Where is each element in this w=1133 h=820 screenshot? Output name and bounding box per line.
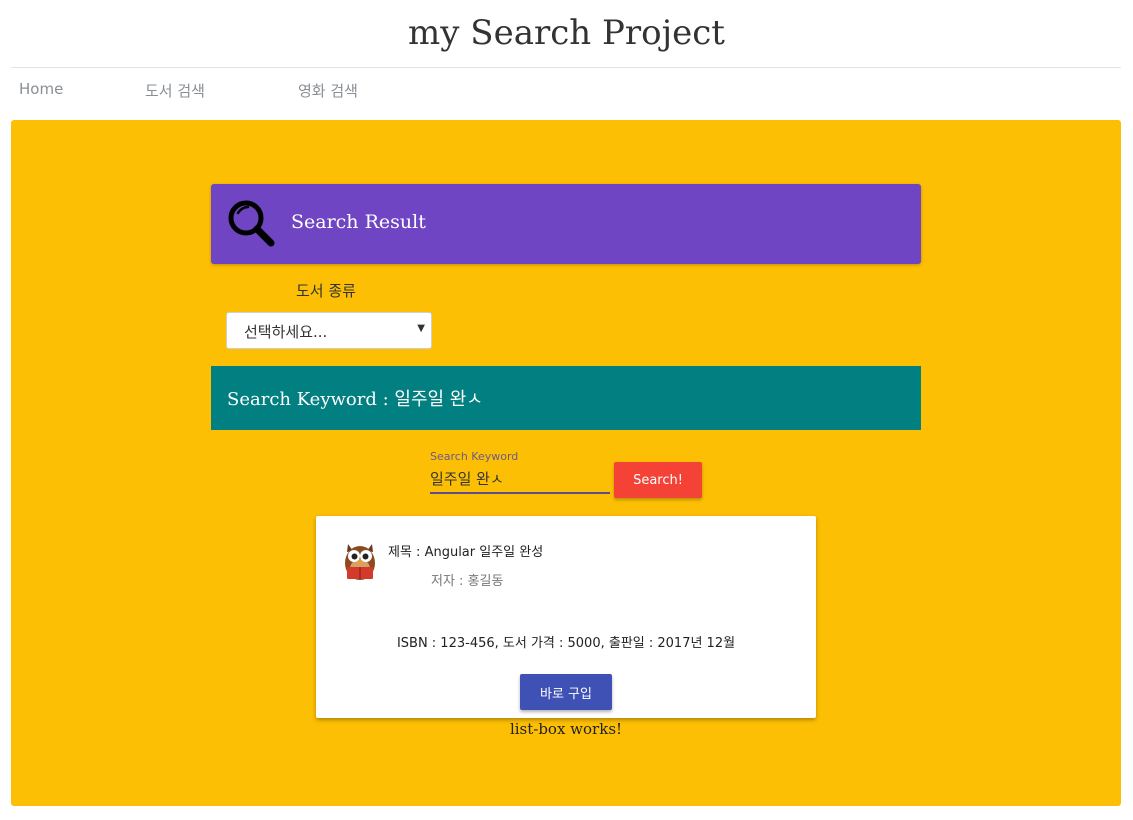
header-divider (11, 67, 1121, 68)
search-keyword-prefix: Search Keyword : (227, 389, 395, 410)
magnifier-icon (228, 200, 275, 247)
category-select[interactable]: 선택하세요... ▼ (226, 312, 432, 349)
book-card: 제목 : Angular 일주일 완성 저자 : 홍길동 ISBN : 123-… (316, 516, 816, 718)
search-button[interactable]: Search! (614, 462, 702, 498)
nav-movie-search[interactable]: 영화 검색 (298, 80, 358, 101)
search-keyword-value: 일주일 완ㅅ (394, 389, 483, 410)
page-title: my Search Project (408, 13, 725, 53)
main-panel: Search Result 도서 종류 선택하세요... ▼ Search Ke… (11, 120, 1121, 806)
nav-home[interactable]: Home (19, 80, 63, 98)
category-select-value: 선택하세요... (244, 323, 328, 341)
search-keyword-header: Search Keyword : 일주일 완ㅅ (211, 366, 921, 430)
book-details: ISBN : 123-456, 도서 가격 : 5000, 출판일 : 2017… (396, 636, 736, 651)
search-keyword-input[interactable] (430, 464, 610, 494)
search-keyword-field: Search Keyword (430, 450, 610, 496)
book-title: 제목 : Angular 일주일 완성 (388, 545, 544, 560)
search-keyword-label: Search Keyword (430, 450, 519, 463)
dropdown-caret-icon: ▼ (417, 323, 425, 334)
search-result-header: Search Result (211, 184, 921, 264)
owl-reading-icon (345, 544, 375, 580)
list-box-status: list-box works! (509, 720, 623, 738)
nav-book-search[interactable]: 도서 검색 (145, 80, 205, 101)
search-result-title: Search Result (291, 211, 426, 233)
book-author: 저자 : 홍길동 (431, 574, 504, 589)
buy-now-button[interactable]: 바로 구입 (520, 674, 612, 710)
category-label: 도서 종류 (296, 282, 356, 300)
search-keyword-heading: Search Keyword : 일주일 완ㅅ (227, 385, 483, 411)
